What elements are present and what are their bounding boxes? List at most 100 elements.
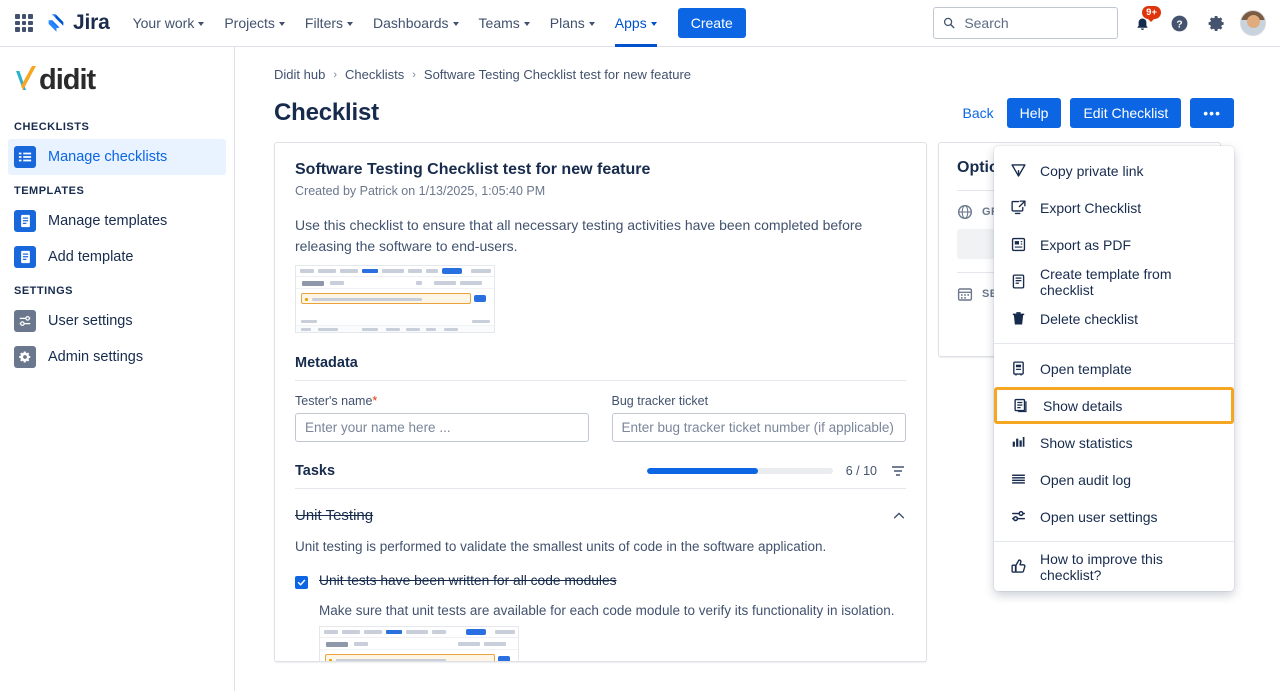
- chevron-up-icon[interactable]: [892, 509, 906, 523]
- bar-chart-icon: [1009, 434, 1027, 452]
- tasks-heading: Tasks: [295, 463, 336, 479]
- menu-item-open-user-settings[interactable]: Open user settings: [994, 498, 1234, 535]
- menu-item-label: Open template: [1040, 360, 1132, 377]
- edit-checklist-button[interactable]: Edit Checklist: [1070, 98, 1182, 128]
- settings-button[interactable]: [1203, 10, 1229, 36]
- primary-nav: Your work Projects Filters Dashboards Te…: [124, 0, 666, 47]
- create-button[interactable]: Create: [677, 8, 746, 38]
- globe-icon: [957, 204, 973, 220]
- task-group-header[interactable]: Unit Testing: [295, 507, 906, 524]
- more-actions-dropdown-menu: Copy private link Export Checklist Expor…: [994, 146, 1234, 591]
- menu-item-copy-private-link[interactable]: Copy private link: [994, 152, 1234, 189]
- nav-label: Your work: [132, 15, 195, 31]
- sidebar-item-label: Admin settings: [48, 349, 144, 365]
- search-box[interactable]: [933, 7, 1118, 39]
- nav-label: Teams: [478, 15, 520, 31]
- checklist-description: Use this checklist to ensure that all ne…: [295, 217, 863, 254]
- task-note: Make sure that unit tests are available …: [319, 603, 895, 618]
- menu-item-export-checklist[interactable]: Export Checklist: [994, 189, 1234, 226]
- pdf-icon: [1009, 236, 1027, 254]
- chevron-down-icon: [452, 22, 459, 26]
- bug-tracker-ticket-input[interactable]: [611, 413, 906, 442]
- calendar-icon: [957, 286, 973, 302]
- nav-label: Projects: [224, 15, 275, 31]
- nav-dashboards[interactable]: Dashboards: [364, 0, 468, 47]
- jira-mark-icon: [48, 14, 64, 32]
- sidebar-item-label: User settings: [48, 313, 133, 329]
- sliders-icon: [14, 310, 36, 332]
- left-sidebar: didit CHECKLISTS Manage checklists TEMPL…: [0, 47, 235, 691]
- chevron-right-icon: ›: [412, 68, 416, 81]
- page-actions: Back Help Edit Checklist •••: [959, 98, 1234, 128]
- metadata-heading: Metadata: [295, 355, 358, 371]
- progress-bar: [646, 468, 833, 474]
- sidebar-item-admin-settings[interactable]: Admin settings: [8, 339, 226, 375]
- task-checkbox[interactable]: [295, 576, 308, 589]
- sidebar-item-add-template[interactable]: Add template: [8, 239, 226, 275]
- chevron-down-icon: [198, 22, 205, 26]
- didit-logo[interactable]: didit: [0, 47, 234, 111]
- sidebar-item-label: Manage checklists: [48, 149, 168, 165]
- sidebar-item-manage-checklists[interactable]: Manage checklists: [8, 139, 226, 175]
- menu-item-export-as-pdf[interactable]: Export as PDF: [994, 226, 1234, 263]
- menu-item-create-template-from-checklist[interactable]: Create template from checklist: [994, 263, 1234, 300]
- nav-your-work[interactable]: Your work: [124, 0, 214, 47]
- menu-item-show-statistics[interactable]: Show statistics: [994, 424, 1234, 461]
- menu-item-label: How to improve this checklist?: [1040, 550, 1163, 583]
- menu-item-label: Export as PDF: [1040, 236, 1132, 253]
- breadcrumb: Didit hub › Checklists › Software Testin…: [235, 47, 1280, 82]
- menu-item-delete-checklist[interactable]: Delete checklist: [994, 300, 1234, 337]
- filter-icon[interactable]: [890, 463, 906, 479]
- page-title: Checklist: [274, 99, 379, 126]
- chevron-down-icon: [347, 22, 354, 26]
- help-button[interactable]: ?: [1166, 10, 1192, 36]
- nav-label: Plans: [549, 15, 585, 31]
- top-navigation-bar: Jira Your work Projects Filters Dashboar…: [0, 0, 1280, 47]
- task-screenshot[interactable]: [319, 626, 519, 661]
- menu-item-label: Show details: [1043, 397, 1123, 414]
- back-button[interactable]: Back: [959, 105, 998, 121]
- nav-filters[interactable]: Filters: [296, 0, 362, 47]
- breadcrumb-item-checklists[interactable]: Checklists: [345, 67, 404, 82]
- trash-icon: [1009, 310, 1027, 328]
- menu-item-show-details[interactable]: Show details: [994, 387, 1234, 424]
- menu-item-how-to-improve-checklist[interactable]: How to improve this checklist?: [994, 548, 1234, 585]
- avatar[interactable]: [1240, 10, 1266, 36]
- checklist-description-screenshot[interactable]: [295, 265, 495, 333]
- divider: [295, 380, 906, 381]
- sidebar-item-manage-templates[interactable]: Manage templates: [8, 203, 226, 239]
- menu-item-open-audit-log[interactable]: Open audit log: [994, 461, 1234, 498]
- breadcrumb-item-didit-hub[interactable]: Didit hub: [274, 67, 325, 82]
- book-icon: [1009, 360, 1027, 378]
- search-input[interactable]: [962, 14, 1108, 32]
- nav-projects[interactable]: Projects: [215, 0, 294, 47]
- jira-logo[interactable]: Jira: [45, 11, 110, 35]
- nav-teams[interactable]: Teams: [470, 0, 539, 47]
- nav-label: Dashboards: [373, 15, 449, 31]
- checklist-title: Software Testing Checklist test for new …: [295, 161, 651, 178]
- thumbs-up-icon: [1009, 558, 1027, 576]
- help-button[interactable]: Help: [1006, 98, 1062, 128]
- field-label: Tester's name*: [295, 394, 589, 408]
- svg-text:?: ?: [1176, 19, 1182, 30]
- sidebar-item-user-settings[interactable]: User settings: [8, 303, 226, 339]
- chevron-down-icon: [523, 22, 530, 26]
- testers-name-input[interactable]: [295, 413, 589, 442]
- document-icon: [14, 210, 36, 232]
- lines-icon: [1009, 471, 1027, 489]
- grid-apps-icon[interactable]: [11, 10, 37, 36]
- nav-apps[interactable]: Apps: [606, 0, 666, 47]
- task-label[interactable]: Unit tests have been written for all cod…: [319, 573, 617, 589]
- menu-item-label: Open user settings: [1040, 508, 1158, 525]
- task-group-unit-testing: Unit Testing Unit testing is performed t…: [295, 507, 906, 661]
- nav-plans[interactable]: Plans: [541, 0, 604, 47]
- task-group-title[interactable]: Unit Testing: [295, 507, 373, 524]
- more-actions-button[interactable]: •••: [1190, 98, 1234, 128]
- notification-badge: 9+: [1142, 6, 1161, 22]
- notifications-button[interactable]: 9+: [1129, 6, 1161, 36]
- menu-item-label: Export Checklist: [1040, 199, 1142, 216]
- sliders-icon: [1009, 508, 1027, 526]
- progress-label: 6 / 10: [845, 464, 877, 478]
- menu-item-open-template[interactable]: Open template: [994, 350, 1234, 387]
- chevron-down-icon: [650, 22, 657, 26]
